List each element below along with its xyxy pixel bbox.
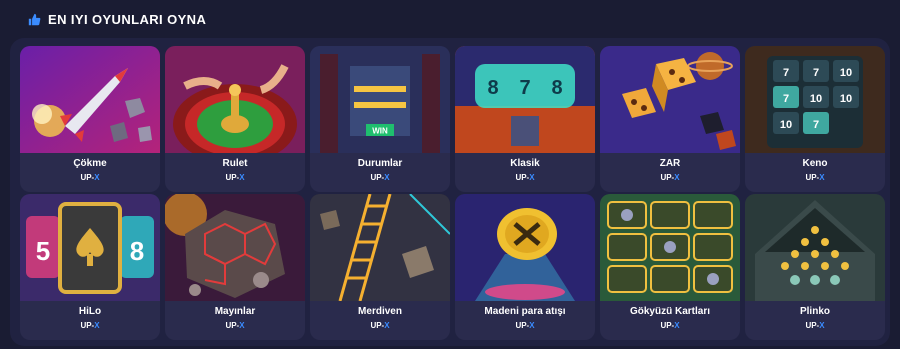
provider-badge: UP-X [20, 321, 160, 330]
provider-suffix: X [819, 321, 825, 330]
game-card-hilo[interactable]: 5 8 HiLo UP-X [20, 194, 160, 340]
game-card-plinko[interactable]: Plinko UP-X [745, 194, 885, 340]
provider-badge: UP-X [745, 173, 885, 182]
provider-badge: UP-X [455, 173, 595, 182]
game-card-mayinlar[interactable]: Mayınlar UP-X [165, 194, 305, 340]
game-name: Çökme [73, 158, 107, 169]
provider-suffix: X [674, 321, 680, 330]
game-art-cokme [20, 46, 160, 153]
game-name: Durumlar [357, 158, 403, 169]
keno-num: 7 [783, 67, 789, 79]
reel-1: 8 [487, 77, 498, 99]
game-name: Klasik [510, 158, 540, 169]
provider-badge: UP-X [455, 321, 595, 330]
hilo-right-number: 8 [130, 236, 144, 266]
game-name: Keno [802, 158, 828, 169]
game-card-merdiven[interactable]: Merdiven UP-X [310, 194, 450, 340]
game-art-keno: 7 7 10 7 10 10 10 7 [745, 46, 885, 153]
provider-badge: UP-X [20, 173, 160, 182]
game-art-rulet [165, 46, 305, 153]
provider-badge: UP-X [600, 173, 740, 182]
provider-badge: UP-X [745, 321, 885, 330]
provider-prefix: UP- [80, 173, 95, 182]
keno-num: 7 [783, 93, 789, 105]
provider-suffix: X [94, 321, 100, 330]
game-art-madeni-para-atisi [455, 194, 595, 301]
provider-prefix: UP- [370, 173, 385, 182]
provider-prefix: UP- [805, 173, 820, 182]
provider-badge: UP-X [165, 321, 305, 330]
provider-prefix: UP- [225, 173, 240, 182]
provider-prefix: UP- [80, 321, 95, 330]
win-label: WIN [372, 127, 388, 136]
provider-prefix: UP- [660, 173, 675, 182]
game-name: Plinko [799, 306, 830, 317]
keno-num: 10 [780, 119, 792, 131]
provider-suffix: X [384, 173, 390, 182]
game-card-keno[interactable]: 7 7 10 7 10 10 10 7 Keno UP-X [745, 46, 885, 192]
games-panel: Çökme UP-X Rulet UP-X WIN Durumlar UP-X … [10, 38, 890, 346]
provider-prefix: UP- [515, 173, 530, 182]
provider-suffix: X [529, 321, 535, 330]
game-name: Rulet [222, 158, 248, 169]
provider-badge: UP-X [165, 173, 305, 182]
keno-num: 7 [813, 119, 819, 131]
game-name: Mayınlar [214, 306, 256, 317]
game-name: Merdiven [358, 306, 402, 317]
provider-badge: UP-X [310, 321, 450, 330]
provider-prefix: UP- [515, 321, 530, 330]
keno-num: 7 [813, 67, 819, 79]
provider-suffix: X [239, 173, 245, 182]
game-card-zar[interactable]: ZAR UP-X [600, 46, 740, 192]
hilo-left-number: 5 [36, 236, 50, 266]
game-card-madeni-para-atisi[interactable]: Madeni para atışı UP-X [455, 194, 595, 340]
provider-suffix: X [239, 321, 245, 330]
provider-prefix: UP- [225, 321, 240, 330]
game-art-klasik: 8 7 8 [455, 46, 595, 153]
game-art-merdiven [310, 194, 450, 301]
game-name: ZAR [659, 158, 681, 169]
game-art-zar [600, 46, 740, 153]
provider-prefix: UP- [805, 321, 820, 330]
game-art-mayinlar [165, 194, 305, 301]
game-art-durumlar: WIN [310, 46, 450, 153]
game-name: Madeni para atışı [484, 306, 566, 317]
game-card-durumlar[interactable]: WIN Durumlar UP-X [310, 46, 450, 192]
provider-suffix: X [674, 173, 680, 182]
game-art-gokyuzu-kartlari [600, 194, 740, 301]
provider-prefix: UP- [660, 321, 675, 330]
game-card-rulet[interactable]: Rulet UP-X [165, 46, 305, 192]
provider-suffix: X [529, 173, 535, 182]
section-header: EN IYI OYUNLARI OYNA [0, 0, 900, 38]
game-name: Gökyüzü Kartları [629, 306, 711, 317]
provider-suffix: X [819, 173, 825, 182]
section-title: EN IYI OYUNLARI OYNA [48, 11, 207, 27]
game-art-plinko [745, 194, 885, 301]
thumbs-up-icon [28, 13, 41, 25]
reel-3: 8 [551, 77, 562, 99]
provider-prefix: UP- [370, 321, 385, 330]
keno-num: 10 [810, 93, 822, 105]
provider-badge: UP-X [600, 321, 740, 330]
provider-suffix: X [94, 173, 100, 182]
game-art-hilo: 5 8 [20, 194, 160, 301]
provider-suffix: X [384, 321, 390, 330]
game-card-klasik[interactable]: 8 7 8 Klasik UP-X [455, 46, 595, 192]
game-card-gokyuzu-kartlari[interactable]: Gökyüzü Kartları UP-X [600, 194, 740, 340]
game-card-cokme[interactable]: Çökme UP-X [20, 46, 160, 192]
reel-2: 7 [519, 77, 530, 99]
keno-num: 10 [840, 67, 852, 79]
game-name: HiLo [78, 306, 102, 317]
keno-num: 10 [840, 93, 852, 105]
provider-badge: UP-X [310, 173, 450, 182]
